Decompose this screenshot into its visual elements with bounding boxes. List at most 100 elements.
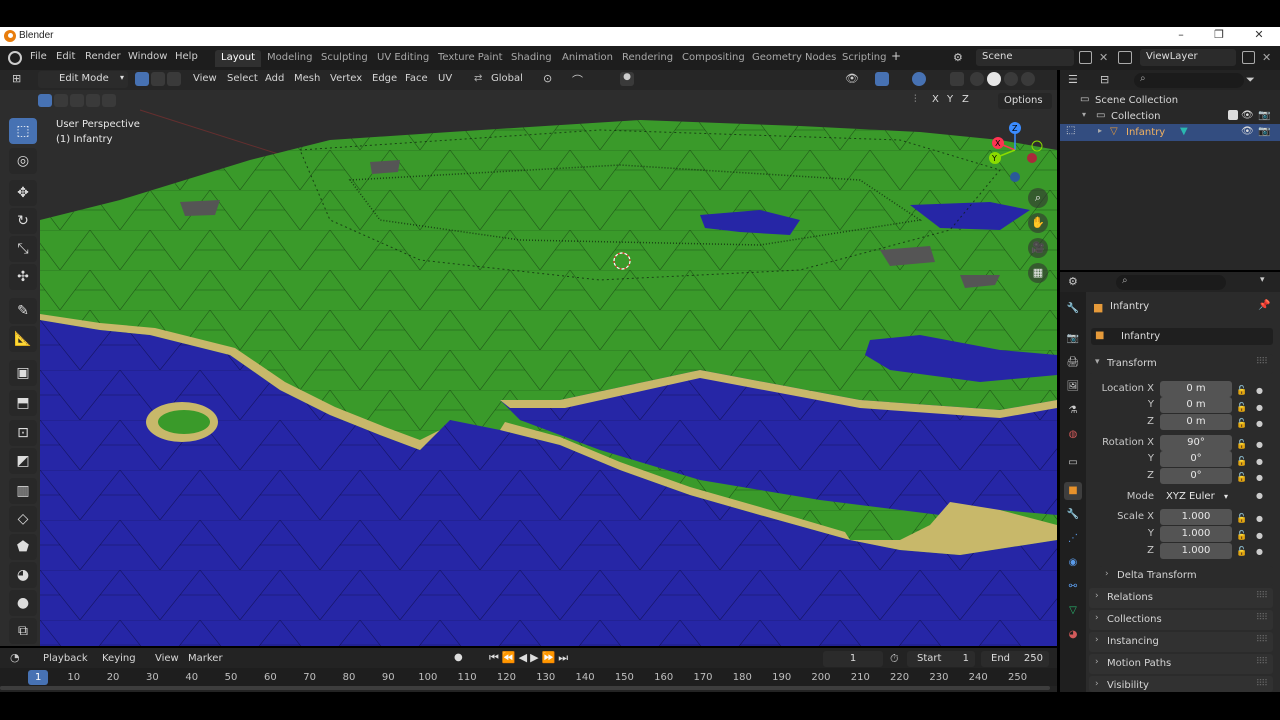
end-frame-field[interactable]: End 250 <box>981 651 1049 667</box>
keyframe-dot-icon[interactable]: ● <box>1256 470 1263 487</box>
expand-down-icon[interactable]: ▾ <box>1082 110 1086 119</box>
timeline-editor-icon[interactable]: ◔ <box>10 651 20 664</box>
scale-tool-icon[interactable]: ⤡ <box>9 236 37 262</box>
menu-render[interactable]: Render <box>85 51 121 62</box>
menu-add[interactable]: Add <box>265 73 284 84</box>
display-mode-icon[interactable]: ⊟ <box>1100 73 1109 86</box>
drag-handle-icon[interactable]: ⠿⠿ <box>1256 591 1268 601</box>
editor-type-icon[interactable]: ⊞ <box>12 72 26 86</box>
menu-edge[interactable]: Edge <box>372 73 397 84</box>
cursor-tool-icon[interactable]: ◎ <box>9 148 37 174</box>
tab-animation[interactable]: Animation <box>556 50 619 67</box>
tab-uv-editing[interactable]: UV Editing <box>371 50 435 67</box>
spin-tool-icon[interactable]: ◕ <box>9 562 37 588</box>
select-intersect-icon[interactable] <box>102 94 116 107</box>
measure-tool-icon[interactable]: 📐 <box>9 326 37 352</box>
timeline-scrollbar[interactable] <box>0 686 1050 690</box>
face-select-icon[interactable] <box>167 72 181 86</box>
lock-icon[interactable]: 🔓 <box>1236 528 1247 545</box>
overlay-icon[interactable] <box>912 72 926 86</box>
visibility-section[interactable]: › Visibility ⠿⠿ <box>1089 676 1273 692</box>
editor-type-icon[interactable]: ☰ <box>1068 73 1078 86</box>
keyframe-dot-icon[interactable]: ● <box>1256 454 1263 471</box>
select-invert-icon[interactable] <box>86 94 100 107</box>
menu-vertex[interactable]: Vertex <box>330 73 362 84</box>
record-icon[interactable]: ● <box>454 652 463 663</box>
3d-viewport[interactable]: ⊞ Edit Mode ▾ View Select Add Mesh Verte… <box>0 70 1057 646</box>
rotation-z-field[interactable]: 0° <box>1160 468 1232 484</box>
menu-file[interactable]: File <box>30 51 47 62</box>
camera-icon[interactable]: 📷 <box>1258 110 1270 121</box>
mirror-z-toggle[interactable]: Z <box>962 94 969 105</box>
gizmo-icon[interactable] <box>875 72 889 86</box>
select-new-icon[interactable] <box>38 94 52 107</box>
scene-tab-icon[interactable]: ⚗ <box>1064 402 1082 420</box>
rotation-y-field[interactable]: 0° <box>1160 451 1232 467</box>
xray-icon[interactable] <box>950 72 964 86</box>
properties-search-input[interactable]: ⌕ <box>1116 275 1226 290</box>
navigation-gizmo[interactable]: Z X Y <box>985 120 1045 186</box>
lock-icon[interactable]: 🔓 <box>1236 470 1247 487</box>
jump-keyframe-back-icon[interactable]: ⏪ <box>502 651 519 664</box>
select-extend-icon[interactable] <box>54 94 68 107</box>
outliner-row-infantry[interactable]: ⬚ ▸ ▽ Infantry ▼ 👁 📷 <box>1060 124 1280 141</box>
menu-select[interactable]: Select <box>227 73 258 84</box>
restore-button[interactable]: ❐ <box>1206 28 1232 44</box>
tab-layout[interactable]: Layout <box>215 50 261 67</box>
timeline-view-menu[interactable]: View <box>155 653 179 664</box>
keyframe-dot-icon[interactable]: ● <box>1256 400 1263 417</box>
new-view-layer-icon[interactable] <box>1242 51 1255 64</box>
add-workspace-icon[interactable]: + <box>891 49 901 63</box>
edit-mode-icon[interactable]: ⬚ <box>1066 125 1075 136</box>
solid-shading-icon[interactable] <box>987 72 1001 86</box>
scene-icon[interactable]: ⚙ <box>953 51 967 64</box>
location-y-field[interactable]: 0 m <box>1160 397 1232 413</box>
tab-sculpting[interactable]: Sculpting <box>315 50 374 67</box>
tab-scripting[interactable]: Scripting <box>836 50 892 67</box>
relations-section[interactable]: › Relations ⠿⠿ <box>1089 588 1273 608</box>
pivot-icon[interactable]: ⊙ <box>543 72 557 86</box>
outliner-row-scene-collection[interactable]: ▭ Scene Collection <box>1060 92 1280 109</box>
move-tool-icon[interactable]: ✥ <box>9 180 37 206</box>
filter-icon[interactable]: ⏷ <box>1246 73 1255 87</box>
select-box-tool-icon[interactable]: ⬚ <box>9 118 37 144</box>
close-button[interactable]: ✕ <box>1246 28 1272 44</box>
jump-start-icon[interactable]: ⏮ <box>489 651 502 664</box>
camera-view-icon[interactable]: 🎥 <box>1028 238 1048 258</box>
wireframe-shading-icon[interactable] <box>970 72 984 86</box>
camera-icon[interactable]: 📷 <box>1258 126 1270 137</box>
loop-cut-tool-icon[interactable]: ▥ <box>9 478 37 504</box>
minimize-button[interactable]: – <box>1168 28 1194 44</box>
drag-handle-icon[interactable]: ⠿⠿ <box>1256 635 1268 645</box>
knife-tool-icon[interactable]: ◇ <box>9 506 37 532</box>
tool-tab-icon[interactable]: 🔧 <box>1064 300 1082 318</box>
collections-section[interactable]: › Collections ⠿⠿ <box>1089 610 1273 630</box>
preview-range-clock-icon[interactable]: ⏱ <box>890 652 899 666</box>
keyframe-dot-icon[interactable]: ● <box>1256 383 1263 400</box>
tab-rendering[interactable]: Rendering <box>616 50 679 67</box>
snap-icon[interactable]: ⌒ <box>572 72 586 87</box>
material-shading-icon[interactable] <box>1004 72 1018 86</box>
new-scene-icon[interactable] <box>1079 51 1092 64</box>
lock-icon[interactable]: 🔓 <box>1236 383 1247 400</box>
drag-handle-icon[interactable]: ⠿⠿ <box>1256 657 1268 667</box>
lock-icon[interactable]: 🔓 <box>1236 416 1247 433</box>
keyframe-dot-icon[interactable]: ● <box>1256 416 1263 433</box>
delete-view-layer-icon[interactable]: ✕ <box>1262 51 1271 64</box>
menu-uv[interactable]: UV <box>438 73 452 84</box>
lock-icon[interactable]: 🔓 <box>1236 544 1247 561</box>
delete-scene-icon[interactable]: ✕ <box>1099 51 1108 64</box>
mirror-x-toggle[interactable]: X <box>932 94 939 105</box>
rotate-tool-icon[interactable]: ↻ <box>9 208 37 234</box>
orientation-dropdown[interactable]: Global <box>491 73 523 84</box>
pin-icon[interactable]: 📌 <box>1258 300 1270 311</box>
shear-tool-icon[interactable]: ⧉ <box>9 618 37 644</box>
scale-z-field[interactable]: 1.000 <box>1160 543 1232 559</box>
annotate-tool-icon[interactable]: ✎ <box>9 298 37 324</box>
keyframe-dot-icon[interactable]: ● <box>1256 511 1263 528</box>
edge-select-icon[interactable] <box>151 72 165 86</box>
tab-geometry-nodes[interactable]: Geometry Nodes <box>746 50 842 67</box>
output-tab-icon[interactable]: 🖨 <box>1064 354 1082 372</box>
tab-compositing[interactable]: Compositing <box>676 50 751 67</box>
menu-mesh[interactable]: Mesh <box>294 73 320 84</box>
